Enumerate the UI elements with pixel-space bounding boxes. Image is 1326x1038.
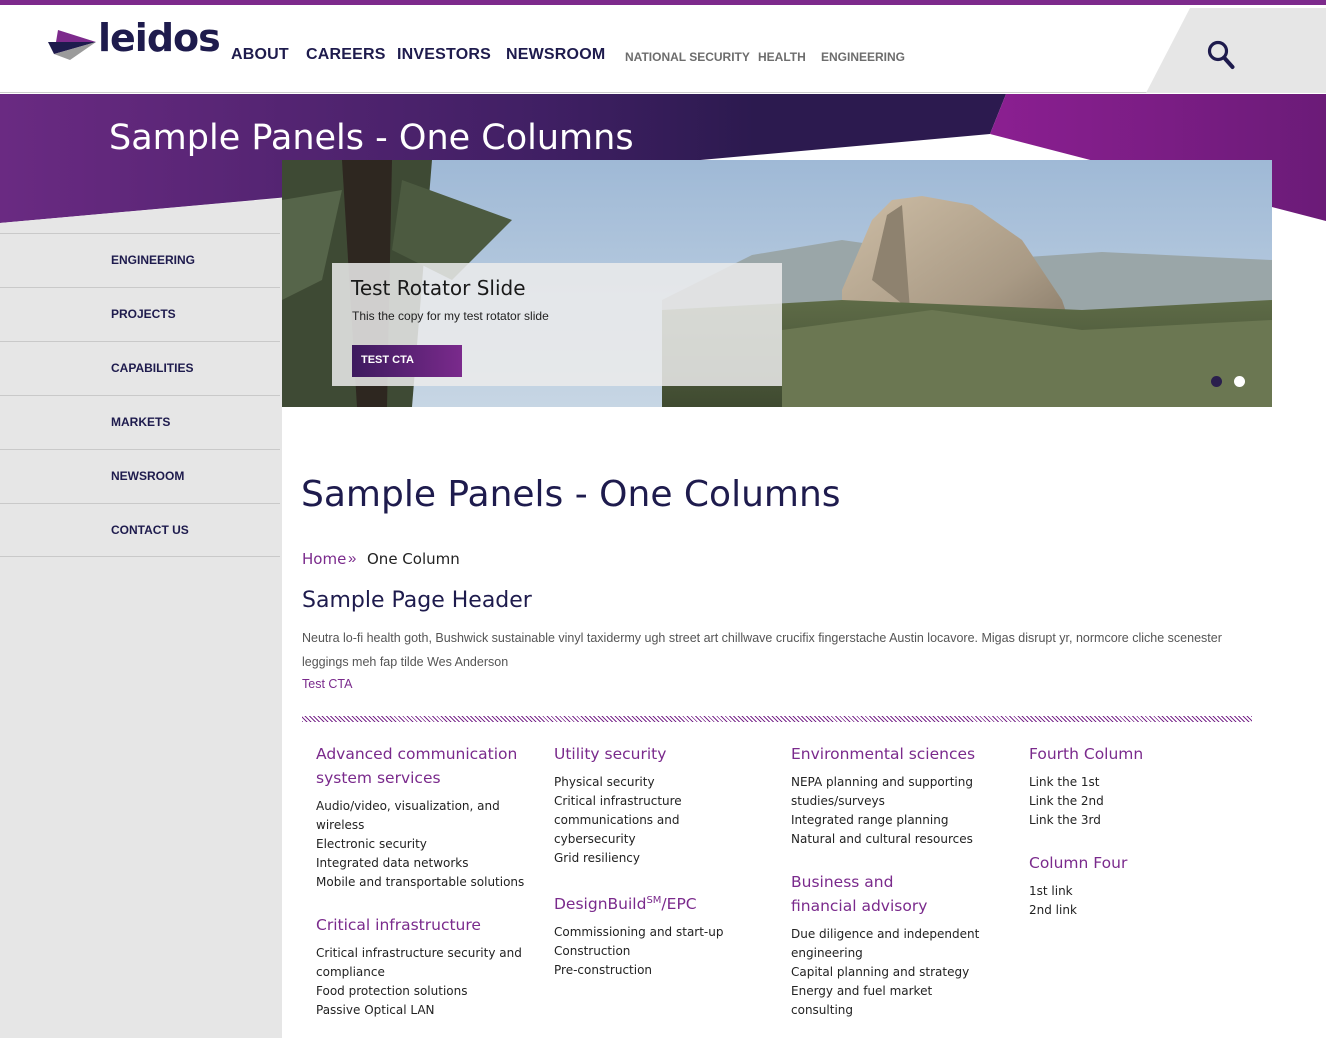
section-header: Sample Page Header bbox=[302, 588, 532, 613]
sidebar-item-engineering[interactable]: ENGINEERING bbox=[0, 233, 280, 287]
sidebar-item-capabilities[interactable]: CAPABILITIES bbox=[0, 341, 280, 395]
sidebar-item-label: NEWSROOM bbox=[111, 469, 185, 483]
sidebar-item-label: CAPABILITIES bbox=[111, 361, 194, 375]
heading-main: DesignBuild bbox=[554, 895, 647, 914]
rotator-cta-button[interactable]: TEST CTA bbox=[352, 345, 462, 377]
nav-national-security[interactable]: NATIONAL SECURITY bbox=[625, 50, 750, 64]
logo-mark-icon bbox=[48, 30, 96, 60]
column-heading[interactable]: DesignBuildSM/EPC bbox=[554, 889, 764, 916]
nav-newsroom[interactable]: NEWSROOM bbox=[506, 46, 605, 64]
nav-health[interactable]: HEALTH bbox=[758, 50, 806, 64]
page-title: Sample Panels - One Columns bbox=[301, 474, 841, 515]
rotator-dot-2-active[interactable] bbox=[1234, 376, 1245, 387]
sidebar-item-label: MARKETS bbox=[111, 415, 171, 429]
column-link[interactable]: Critical infrastructure communications a… bbox=[554, 792, 764, 849]
column-link[interactable]: Link the 2nd bbox=[1029, 792, 1229, 811]
column-link[interactable]: Link the 1st bbox=[1029, 773, 1229, 792]
nav-about[interactable]: ABOUT bbox=[231, 46, 289, 64]
link-column-2: Utility security Physical security Criti… bbox=[554, 742, 764, 1001]
column-link[interactable]: Capital planning and strategy bbox=[791, 963, 996, 982]
breadcrumb-separator: » bbox=[348, 550, 357, 567]
heading-tail: /EPC bbox=[661, 895, 697, 914]
column-link[interactable]: 1st link bbox=[1029, 882, 1229, 901]
sidebar-item-projects[interactable]: PROJECTS bbox=[0, 287, 280, 341]
sidebar-divider bbox=[0, 556, 280, 557]
sidebar-item-label: CONTACT US bbox=[111, 523, 189, 537]
column-link[interactable]: Pre-construction bbox=[554, 961, 764, 980]
column-link[interactable]: Energy and fuel market consulting bbox=[791, 982, 996, 1020]
hatched-divider bbox=[302, 716, 1252, 722]
column-link[interactable]: 2nd link bbox=[1029, 901, 1229, 920]
link-column-4: Fourth Column Link the 1st Link the 2nd … bbox=[1029, 742, 1229, 941]
sidebar-item-label: ENGINEERING bbox=[111, 253, 196, 267]
column-link[interactable]: Food protection solutions bbox=[316, 982, 531, 1001]
column-heading[interactable]: Column Four bbox=[1029, 851, 1229, 875]
column-link[interactable]: Construction bbox=[554, 942, 764, 961]
logo-wordmark: leidos bbox=[98, 16, 221, 60]
column-heading[interactable]: Advanced communication system services bbox=[316, 742, 531, 790]
column-heading[interactable]: Business and financial advisory bbox=[791, 870, 961, 918]
rotator-dot-1[interactable] bbox=[1211, 376, 1222, 387]
link-column-1: Advanced communication system services A… bbox=[316, 742, 531, 1038]
sidebar-item-newsroom[interactable]: NEWSROOM bbox=[0, 449, 280, 503]
breadcrumb-home-link[interactable]: Home bbox=[302, 550, 346, 568]
column-link[interactable]: NEPA planning and supporting studies/sur… bbox=[791, 773, 996, 811]
sidebar-item-markets[interactable]: MARKETS bbox=[0, 395, 280, 449]
leidos-logo[interactable]: leidos bbox=[48, 16, 221, 68]
nav-careers[interactable]: CAREERS bbox=[306, 46, 386, 64]
column-link[interactable]: Commissioning and start-up bbox=[554, 923, 764, 942]
column-link[interactable]: Critical infrastructure security and com… bbox=[316, 944, 531, 982]
search-icon[interactable] bbox=[1207, 40, 1235, 70]
column-link[interactable]: Physical security bbox=[554, 773, 764, 792]
column-link[interactable]: Link the 3rd bbox=[1029, 811, 1229, 830]
body-paragraph: Neutra lo-fi health goth, Bushwick susta… bbox=[302, 631, 1222, 669]
column-heading[interactable]: Utility security bbox=[554, 742, 764, 766]
service-mark: SM bbox=[646, 895, 662, 906]
column-link[interactable]: Passive Optical LAN bbox=[316, 1001, 531, 1020]
rotator-slide-copy: This the copy for my test rotator slide bbox=[352, 309, 549, 323]
column-heading[interactable]: Critical infrastructure bbox=[316, 913, 531, 937]
column-link[interactable]: Electronic security bbox=[316, 835, 531, 854]
link-column-3: Environmental sciences NEPA planning and… bbox=[791, 742, 996, 1038]
sidebar-item-label: PROJECTS bbox=[111, 307, 176, 321]
rotator-slide-title: Test Rotator Slide bbox=[351, 276, 526, 300]
column-link[interactable]: Integrated data networks bbox=[316, 854, 531, 873]
nav-engineering[interactable]: ENGINEERING bbox=[821, 50, 905, 64]
hero-title: Sample Panels - One Columns bbox=[109, 118, 634, 158]
column-link[interactable]: Integrated range planning bbox=[791, 811, 996, 830]
column-link[interactable]: Due diligence and independent engineerin… bbox=[791, 925, 996, 963]
nav-investors[interactable]: INVESTORS bbox=[397, 46, 491, 64]
breadcrumb-current: One Column bbox=[367, 550, 460, 568]
column-heading[interactable]: Fourth Column bbox=[1029, 742, 1229, 766]
column-link[interactable]: Audio/video, visualization, and wireless bbox=[316, 797, 531, 835]
body-cta-link[interactable]: Test CTA bbox=[302, 677, 352, 691]
column-link[interactable]: Natural and cultural resources bbox=[791, 830, 996, 849]
column-heading[interactable]: Environmental sciences bbox=[791, 742, 996, 766]
column-link[interactable]: Grid resiliency bbox=[554, 849, 764, 868]
sidebar-item-contact-us[interactable]: CONTACT US bbox=[0, 503, 280, 557]
column-link[interactable]: Mobile and transportable solutions bbox=[316, 873, 531, 892]
